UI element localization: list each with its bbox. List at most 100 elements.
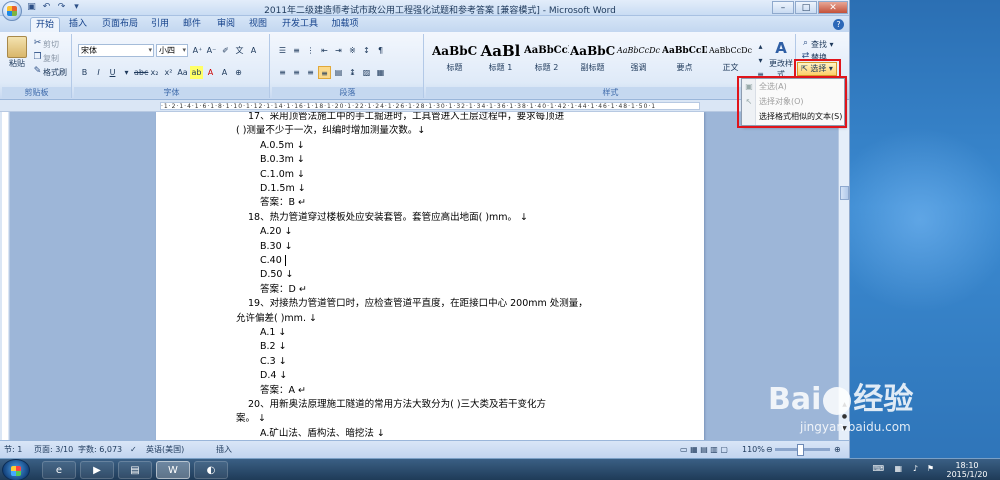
baidu-watermark: Bai 经验: [768, 374, 913, 418]
format-painter-button[interactable]: ✎ 格式刷: [32, 66, 67, 79]
network-icon[interactable]: ▦: [894, 464, 902, 473]
minimize-button[interactable]: –: [772, 1, 794, 14]
copy-button[interactable]: ❐复制: [32, 52, 59, 65]
increase-indent-icon[interactable]: ⇥: [332, 44, 345, 57]
document-line: 18、热力管道穿过楼板处应安装套管。套管应高出地面( )mm。 ↓: [248, 211, 529, 223]
cut-label: 剪切: [43, 40, 59, 49]
close-button[interactable]: ✕: [818, 1, 848, 14]
line-spacing-icon[interactable]: ↨: [346, 66, 359, 79]
taskbar-word-icon[interactable]: W: [156, 461, 190, 479]
font-name-select[interactable]: 宋体: [78, 44, 154, 57]
zoom-in-icon[interactable]: ⊕: [834, 441, 841, 458]
volume-icon[interactable]: ♪: [913, 464, 918, 473]
change-styles-button[interactable]: A 更改样式: [766, 38, 796, 80]
style-normal[interactable]: AaBbCcDc 正文: [708, 40, 753, 80]
char-shading-icon[interactable]: A: [218, 66, 231, 79]
shading-icon[interactable]: ▨: [360, 66, 373, 79]
subscript-icon[interactable]: x₂: [148, 66, 161, 79]
taskbar-app-icon[interactable]: ◐: [194, 461, 228, 479]
underline-dropdown-icon[interactable]: ▾: [120, 66, 133, 79]
document-page[interactable]: 17、采用顶管法施工中的手工掘进时，工具管进入土层过程中，要求每顶进 ( )测量不…: [156, 112, 704, 440]
restore-button[interactable]: □: [795, 1, 817, 14]
style-title[interactable]: AaBbC 标题: [432, 40, 477, 80]
start-button[interactable]: [2, 459, 30, 480]
highlight-icon[interactable]: ab: [190, 66, 203, 79]
decrease-indent-icon[interactable]: ⇤: [318, 44, 331, 57]
font-color-icon[interactable]: A: [204, 66, 217, 79]
bold-icon[interactable]: B: [78, 66, 91, 79]
zoom-out-icon[interactable]: ⊖: [766, 441, 773, 458]
help-icon[interactable]: ?: [833, 19, 844, 30]
style-subtitle[interactable]: AaBbC 副标题: [570, 40, 615, 80]
customize-qat-icon[interactable]: ▾: [71, 2, 82, 13]
paste-button[interactable]: 粘贴: [4, 36, 30, 69]
superscript-icon[interactable]: x²: [162, 66, 175, 79]
italic-icon[interactable]: I: [92, 66, 105, 79]
status-language[interactable]: 英语(美国): [146, 441, 184, 458]
tab-insert[interactable]: 插入: [64, 17, 92, 32]
office-button[interactable]: [2, 1, 22, 21]
keyboard-icon[interactable]: ⌨: [872, 464, 884, 473]
find-button[interactable]: ⌕ 查找 ▾: [800, 38, 834, 51]
horizontal-ruler[interactable]: ·1·2·1·4·1·6·1·8·1·10·1·12·1·14·1·16·1·1…: [0, 100, 840, 112]
scroll-thumb[interactable]: [840, 186, 849, 200]
style-strong[interactable]: AaBbCcD 要点: [662, 40, 707, 80]
distributed-icon[interactable]: ▤: [332, 66, 345, 79]
align-center-icon[interactable]: ≡: [290, 66, 303, 79]
clear-format-icon[interactable]: ✐: [219, 44, 232, 57]
redo-icon[interactable]: ↷: [56, 2, 67, 13]
taskbar-ie-icon[interactable]: e: [42, 461, 76, 479]
multilevel-list-icon[interactable]: ⋮: [304, 44, 317, 57]
taskbar-clock[interactable]: 18:10 2015/1/20: [942, 461, 992, 479]
status-page[interactable]: 页面: 3/10: [34, 441, 73, 458]
status-zoom[interactable]: 110%: [742, 441, 765, 458]
font-size-select[interactable]: 小四: [156, 44, 188, 57]
underline-icon[interactable]: U: [106, 66, 119, 79]
phonetic-guide-icon[interactable]: 文: [233, 44, 246, 57]
change-case-icon[interactable]: Aa: [176, 66, 189, 79]
borders-icon[interactable]: ▦: [374, 66, 387, 79]
zoom-slider[interactable]: [775, 444, 830, 456]
sort-icon[interactable]: ↕: [360, 44, 373, 57]
flag-icon[interactable]: ⚑: [927, 464, 934, 473]
tab-view[interactable]: 视图: [246, 17, 270, 32]
status-section[interactable]: 节: 1: [4, 441, 22, 458]
status-words[interactable]: 字数: 6,073: [78, 441, 122, 458]
cut-button[interactable]: ✂ 剪切: [32, 38, 59, 51]
tab-review[interactable]: 审阅: [214, 17, 238, 32]
style-heading1[interactable]: AaBl 标题 1: [478, 40, 523, 80]
status-mode[interactable]: 插入: [216, 441, 232, 458]
tab-references[interactable]: 引用: [148, 17, 172, 32]
show-marks-icon[interactable]: ¶: [374, 44, 387, 57]
document-line: 允许偏差( )mm. ↓: [236, 312, 317, 324]
justify-icon[interactable]: ≡: [318, 66, 331, 79]
document-line: C.3 ↓: [260, 355, 287, 367]
grow-font-icon[interactable]: A⁺: [191, 44, 204, 57]
style-heading2-sample: AaBbCcI: [524, 45, 569, 56]
tab-mailings[interactable]: 邮件: [180, 17, 204, 32]
font-tools-row-2: B I U ▾ abc x₂ x² Aa ab A A ⊕: [78, 66, 245, 79]
style-heading2[interactable]: AaBbCcI 标题 2: [524, 40, 569, 80]
tab-page-layout[interactable]: 页面布局: [98, 17, 142, 32]
numbering-icon[interactable]: ≡: [290, 44, 303, 57]
char-border-icon[interactable]: A: [247, 44, 260, 57]
chinese-layout-icon[interactable]: ※: [346, 44, 359, 57]
enclose-char-icon[interactable]: ⊕: [232, 66, 245, 79]
tab-developer[interactable]: 开发工具: [280, 17, 320, 32]
undo-icon[interactable]: ↶: [41, 2, 52, 13]
tab-home[interactable]: 开始: [30, 17, 60, 32]
align-left-icon[interactable]: ≡: [276, 66, 289, 79]
strikethrough-icon[interactable]: abc: [134, 66, 148, 79]
document-line: B.30 ↓: [260, 240, 293, 252]
spellcheck-icon[interactable]: ✓: [130, 441, 137, 458]
view-buttons[interactable]: ▭ ▦ ▤ ▥ ▢: [680, 441, 728, 458]
taskbar-media-player-icon[interactable]: ▶: [80, 461, 114, 479]
tab-addins[interactable]: 加载项: [328, 17, 362, 32]
align-right-icon[interactable]: ≡: [304, 66, 317, 79]
save-icon[interactable]: ▣: [26, 2, 37, 13]
bullets-icon[interactable]: ☰: [276, 44, 289, 57]
shrink-font-icon[interactable]: A⁻: [205, 44, 218, 57]
vertical-ruler[interactable]: [0, 112, 10, 440]
style-emphasis[interactable]: AaBbCcDc 强调: [616, 40, 661, 80]
taskbar-explorer-icon[interactable]: ▤: [118, 461, 152, 479]
